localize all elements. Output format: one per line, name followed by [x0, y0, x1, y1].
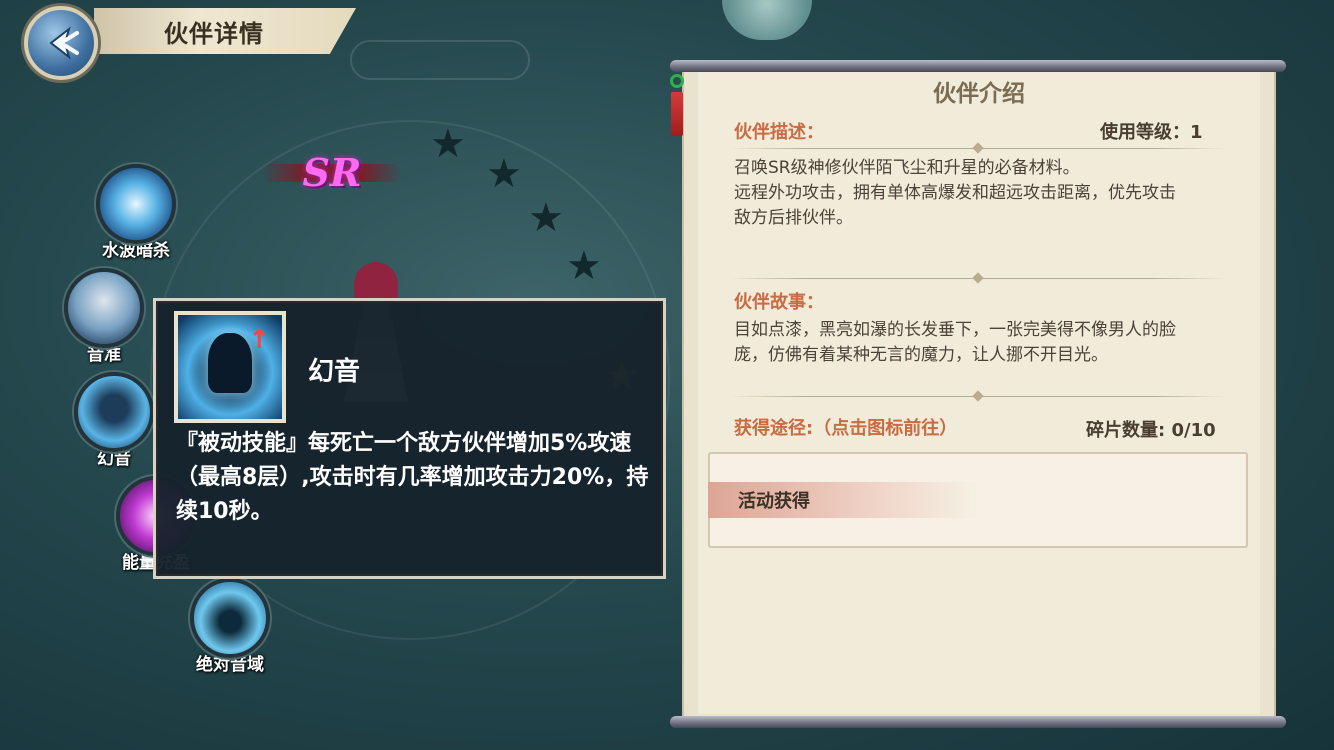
divider — [730, 148, 1226, 149]
tooltip-skill-name: 幻音 — [308, 357, 361, 387]
description-line: 召唤SR级神修伙伴陌飞尘和升星的必备材料。 — [734, 158, 1080, 178]
phantom-figure-icon — [208, 333, 252, 393]
skill-tooltip: ↑ 幻音 『被动技能』每死亡一个敌方伙伴增加5%攻速（最高8层）,攻击时有几率增… — [153, 298, 666, 579]
source-label: 获得途径:（点击图标前往） — [734, 418, 958, 439]
star-icon: ★ — [430, 121, 466, 167]
star-icon: ★ — [528, 195, 564, 241]
story-line: 目如点漆，黑亮如瀑的长发垂下，一张完美得不像男人的脸 — [734, 320, 1176, 340]
buff-arrow-icon: ↑ — [248, 325, 270, 355]
story-label: 伙伴故事： — [734, 292, 824, 313]
phantom-icon — [74, 372, 154, 452]
sound-field-icon — [190, 578, 270, 658]
water-wave-icon — [96, 164, 176, 244]
tassel-tail — [671, 92, 683, 136]
rarity-text: SR — [302, 149, 362, 195]
skill-blade[interactable]: 音准 — [64, 268, 144, 365]
skill-phantom[interactable]: 幻音 — [74, 372, 154, 469]
story-line: 庞，仿佛有着某种无言的魔力，让人挪不开目光。 — [734, 345, 1108, 365]
blade-icon — [64, 268, 144, 348]
description-line: 敌方后排伙伴。 — [734, 208, 853, 228]
description-label: 伙伴描述： — [734, 122, 824, 143]
panel-title: 伙伴介绍 — [933, 81, 1025, 107]
cloud-decoration — [350, 40, 530, 80]
star-icon: ★ — [486, 151, 522, 197]
tooltip-skill-icon: ↑ — [174, 311, 286, 423]
back-arrow-icon — [49, 26, 79, 60]
title-banner: 伙伴详情 — [94, 8, 356, 54]
scroll-rod-bottom — [670, 716, 1286, 728]
scroll-rod-top — [670, 60, 1286, 72]
tassel-knot — [670, 74, 684, 88]
source-item-event[interactable]: 活动获得 — [708, 482, 978, 518]
tassel-decoration — [668, 74, 686, 154]
skill-sound-field[interactable]: 绝对音域 — [190, 578, 270, 675]
level-text: 使用等级：1 — [1100, 122, 1203, 143]
description-line: 远程外功攻击，拥有单体高爆发和超远攻击距离，优先攻击 — [734, 183, 1176, 203]
tooltip-skill-description: 『被动技能』每死亡一个敌方伙伴增加5%攻速（最高8层）,攻击时有几率增加攻击力2… — [176, 431, 649, 524]
moon-decoration — [722, 0, 812, 40]
page-title: 伙伴详情 — [164, 19, 264, 48]
star-icon: ★ — [566, 243, 602, 289]
divider — [730, 396, 1226, 397]
skill-water-wave[interactable]: 水波暗杀 — [96, 164, 176, 261]
divider — [730, 278, 1226, 279]
rarity-badge: SR — [262, 148, 402, 196]
source-item-label: 活动获得 — [738, 491, 810, 512]
back-button[interactable] — [24, 6, 98, 80]
fragment-count: 碎片数量: 0/10 — [1086, 420, 1216, 441]
